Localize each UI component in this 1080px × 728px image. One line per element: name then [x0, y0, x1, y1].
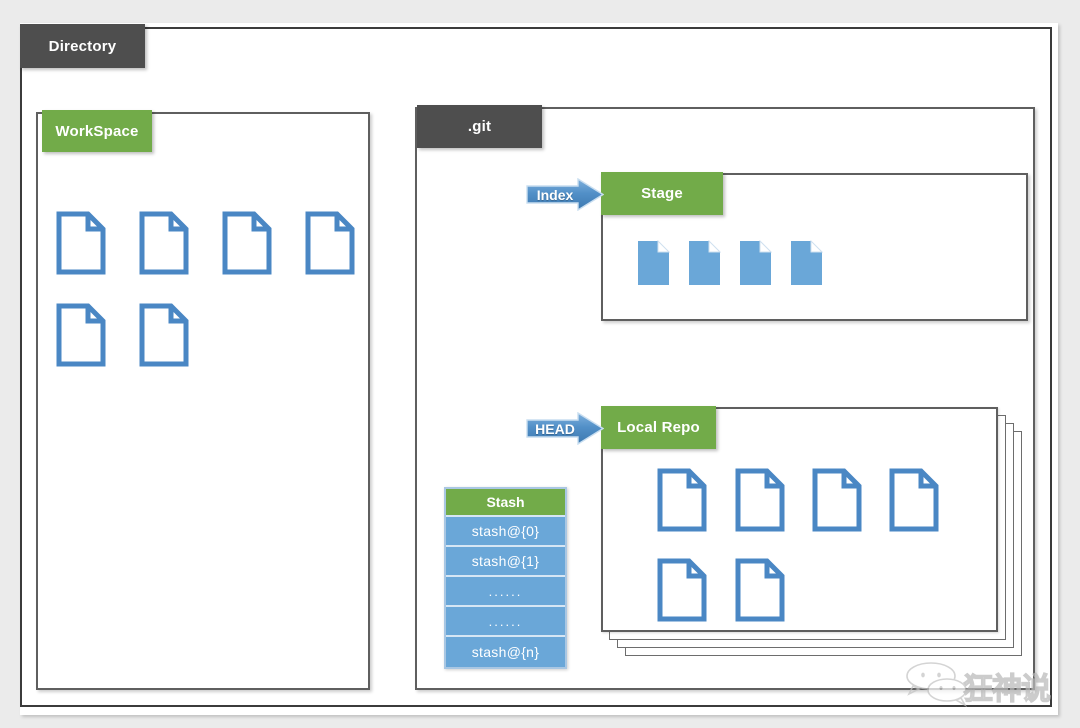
local-repo-stack [601, 407, 1031, 687]
stash-row: stash@{n} [446, 637, 565, 667]
workspace-panel [36, 112, 370, 690]
stash-table-header: Stash [446, 489, 565, 517]
workspace-file-icon [56, 211, 106, 275]
stash-row: stash@{1} [446, 547, 565, 577]
local-repo-label-tab: Local Repo [601, 406, 716, 449]
workspace-file-icon [56, 303, 106, 367]
git-label-tab: .git [417, 105, 542, 148]
index-arrow: Index [526, 178, 604, 211]
workspace-label-tab: WorkSpace [42, 110, 152, 152]
local-repo-file-icon [889, 468, 939, 532]
local-repo-file-icon [735, 468, 785, 532]
local-repo-file-icon [735, 558, 785, 622]
stage-file-icon [688, 240, 721, 286]
local-repo-file-icon [657, 468, 707, 532]
stash-row: ...... [446, 607, 565, 637]
stage-label-tab: Stage [601, 172, 723, 215]
workspace-file-icon [139, 211, 189, 275]
head-arrow: HEAD [526, 412, 604, 445]
stage-file-icon [739, 240, 772, 286]
stage-file-icon [790, 240, 823, 286]
local-repo-file-icon [657, 558, 707, 622]
workspace-file-icon [305, 211, 355, 275]
directory-label-text: Directory [48, 37, 117, 55]
stash-table: Stash stash@{0} stash@{1} ...... ...... … [444, 487, 567, 669]
stash-row: ...... [446, 577, 565, 607]
workspace-file-icon [139, 303, 189, 367]
stage-label-text: Stage [641, 185, 683, 202]
local-repo-label-text: Local Repo [617, 419, 700, 436]
directory-label-tab: Directory [20, 24, 145, 68]
workspace-label-text: WorkSpace [55, 122, 139, 140]
git-label-text: .git [467, 118, 492, 135]
workspace-file-icon [222, 211, 272, 275]
stash-row: stash@{0} [446, 517, 565, 547]
stage-file-icon [637, 240, 670, 286]
local-repo-file-icon [812, 468, 862, 532]
diagram-canvas: Directory WorkSpace .git Index Stage HEA… [0, 0, 1080, 728]
